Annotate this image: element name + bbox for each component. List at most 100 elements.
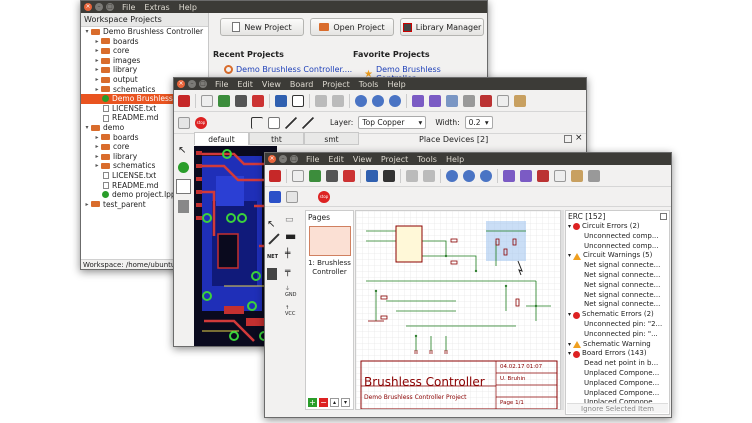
tree-item[interactable]: ▸ core: [81, 46, 208, 56]
grid-icon[interactable]: [269, 190, 281, 203]
menu-extras[interactable]: Extras: [144, 3, 169, 12]
erc-item[interactable]: Net signal connecte...: [566, 300, 669, 310]
expand-right-icon[interactable]: ▸: [93, 152, 101, 162]
expand-right-icon[interactable]: ▸: [93, 37, 101, 47]
expand-down-icon[interactable]: ▾: [568, 251, 571, 261]
stop-icon[interactable]: stop: [195, 116, 207, 129]
expand-down-icon[interactable]: ▾: [568, 340, 571, 350]
redo-icon[interactable]: [332, 94, 344, 107]
erc-item[interactable]: Unconnected comp...: [566, 242, 669, 252]
maximize-icon[interactable]: □: [199, 80, 207, 88]
erc-item[interactable]: Unconnected comp...: [566, 232, 669, 242]
paste-icon[interactable]: [514, 94, 526, 107]
gnd-icon[interactable]: ⏚ GND: [285, 285, 303, 305]
tab-smt[interactable]: smt: [304, 132, 359, 145]
export-icon[interactable]: [252, 94, 264, 107]
tree-item[interactable]: ▸ images: [81, 56, 208, 66]
tree-item[interactable]: ▸ library: [81, 65, 208, 75]
zoom-fit-icon[interactable]: [389, 94, 401, 107]
wire-mode-45-icon[interactable]: [268, 116, 280, 129]
erc-item[interactable]: Net signal connecte...: [566, 271, 669, 281]
close-icon[interactable]: ×: [84, 3, 92, 11]
expand-right-icon[interactable]: ▸: [93, 46, 101, 56]
vertical-scrollbar[interactable]: [561, 210, 564, 410]
ignore-selected-item-button[interactable]: Ignore Selected Item: [567, 403, 668, 413]
close-project-icon[interactable]: [178, 94, 190, 107]
open-project-button[interactable]: Open Project: [310, 18, 394, 36]
minimize-icon[interactable]: –: [188, 80, 196, 88]
new-file-icon[interactable]: [292, 169, 304, 182]
expand-down-icon[interactable]: ▾: [568, 222, 571, 232]
layers-icon[interactable]: [286, 190, 298, 203]
expand-right-icon[interactable]: ▸: [93, 85, 101, 95]
menu-file[interactable]: File: [215, 80, 228, 89]
stop-icon[interactable]: stop: [318, 190, 330, 203]
wire-mode-straight-icon[interactable]: [302, 116, 314, 129]
menu-tools[interactable]: Tools: [417, 155, 437, 164]
cut-icon[interactable]: [480, 94, 492, 107]
menu-help[interactable]: Help: [446, 155, 464, 164]
wire-mode-90-icon[interactable]: [251, 116, 263, 129]
save-icon[interactable]: [309, 169, 321, 182]
copy-icon[interactable]: [554, 169, 566, 182]
copy-icon[interactable]: [497, 94, 509, 107]
rotate-cw-icon[interactable]: [429, 94, 441, 107]
expand-right-icon[interactable]: ▸: [93, 56, 101, 66]
erc-item[interactable]: Unconnected pin: "...: [566, 330, 669, 340]
add-component-icon[interactable]: [267, 268, 277, 280]
maximize-icon[interactable]: □: [106, 3, 114, 11]
zoom-in-icon[interactable]: [355, 94, 367, 107]
vcc-icon[interactable]: ↑ VCC: [285, 305, 303, 325]
menu-tools[interactable]: Tools: [359, 80, 379, 89]
recent-project-link[interactable]: Demo Brushless Controller....: [224, 65, 352, 74]
flip-icon[interactable]: [446, 94, 458, 107]
close-icon[interactable]: ×: [177, 80, 185, 88]
remove-page-icon[interactable]: −: [319, 398, 328, 407]
minimize-icon[interactable]: –: [95, 3, 103, 11]
width-input[interactable]: 0.2 ▾: [464, 116, 493, 129]
layer-select[interactable]: Top Copper ▾: [358, 116, 427, 129]
erc-item[interactable]: Unconnected pin: "2...: [566, 320, 669, 330]
menu-help[interactable]: Help: [387, 80, 405, 89]
close-project-icon[interactable]: [269, 169, 281, 182]
erc-item[interactable]: Net signal connecte...: [566, 261, 669, 271]
tab-tht[interactable]: tht: [249, 132, 304, 145]
inductor-icon[interactable]: ╤: [285, 267, 303, 285]
zoom-out-icon[interactable]: [463, 169, 475, 182]
erc-item[interactable]: Unplaced Compone...: [566, 369, 669, 379]
erc-category[interactable]: ▾ Board Errors (143): [566, 349, 669, 359]
expand-down-icon[interactable]: ▾: [83, 123, 91, 133]
page-item-label[interactable]: 1: Brushless Controller: [306, 258, 353, 278]
delete-icon[interactable]: [463, 94, 475, 107]
add-via-icon[interactable]: [178, 162, 189, 173]
board-icon[interactable]: [383, 169, 395, 182]
zoom-out-icon[interactable]: [372, 94, 384, 107]
net-label-icon[interactable]: NET: [267, 254, 283, 260]
save-icon[interactable]: [218, 94, 230, 107]
close-panel-icon[interactable]: ×: [575, 133, 583, 143]
erc-category[interactable]: ▾ Schematic Warning: [566, 340, 669, 350]
schematic-canvas[interactable]: Brushless Controller Demo Brushless Cont…: [355, 210, 561, 410]
erc-category[interactable]: ▾ Circuit Warnings (5): [566, 251, 669, 261]
menu-file[interactable]: File: [306, 155, 319, 164]
minimize-icon[interactable]: –: [279, 155, 287, 163]
menu-edit[interactable]: Edit: [328, 155, 344, 164]
erc-item[interactable]: Dead net point in b...: [566, 359, 669, 369]
undo-icon[interactable]: [406, 169, 418, 182]
rotate-cw-icon[interactable]: [520, 169, 532, 182]
expand-right-icon[interactable]: ▸: [93, 75, 101, 85]
capacitor-icon[interactable]: ╪: [285, 249, 303, 267]
bipolar-icon[interactable]: ▬: [285, 229, 303, 249]
paste-icon[interactable]: [571, 169, 583, 182]
erc-category[interactable]: ▾ Circuit Errors (2): [566, 222, 669, 232]
new-project-button[interactable]: New Project: [220, 18, 304, 36]
erc-item[interactable]: Net signal connecte...: [566, 281, 669, 291]
menu-project[interactable]: Project: [381, 155, 408, 164]
undo-icon[interactable]: [315, 94, 327, 107]
move-up-icon[interactable]: ▴: [330, 398, 339, 407]
expand-down-icon[interactable]: ▾: [568, 349, 571, 359]
erc-category[interactable]: ▾ Schematic Errors (2): [566, 310, 669, 320]
move-down-icon[interactable]: ▾: [341, 398, 350, 407]
zoom-in-icon[interactable]: [446, 169, 458, 182]
menu-file[interactable]: File: [122, 3, 135, 12]
